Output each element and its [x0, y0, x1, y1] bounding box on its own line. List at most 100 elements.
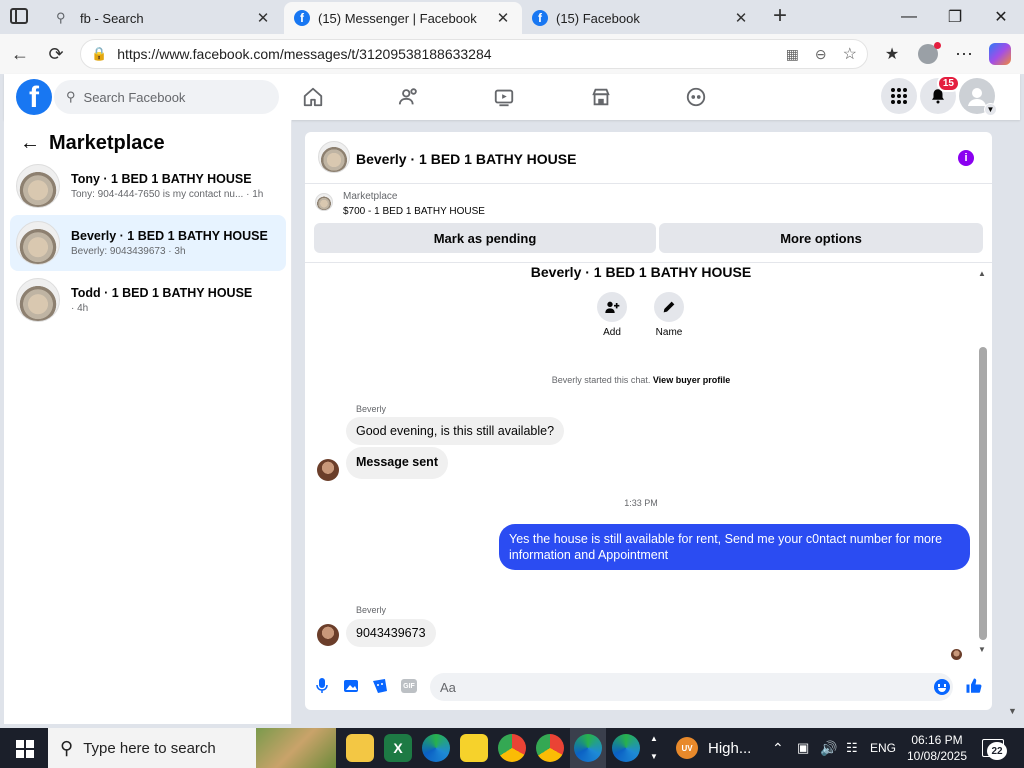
- restore-icon[interactable]: ❐: [932, 0, 978, 34]
- chevron-down-icon[interactable]: ▼: [984, 103, 997, 116]
- language-indicator[interactable]: ENG: [870, 728, 896, 768]
- edit-name-action[interactable]: Name: [650, 292, 688, 338]
- facebook-icon: f: [532, 10, 548, 26]
- app-available-icon[interactable]: ▦: [786, 46, 799, 63]
- volume-icon[interactable]: 🔊: [820, 728, 837, 768]
- chrome-profile-icon[interactable]: [536, 734, 564, 762]
- gif-icon[interactable]: GIF: [401, 679, 417, 693]
- view-buyer-profile-link[interactable]: View buyer profile: [653, 375, 730, 385]
- minimize-icon[interactable]: —: [886, 0, 932, 34]
- gaming-icon[interactable]: [681, 82, 711, 112]
- browser-tab-strip: ⚲ fb - Search ✕ f (15) Messenger | Faceb…: [0, 0, 1024, 34]
- chrome-icon[interactable]: [498, 734, 526, 762]
- edge-active-icon[interactable]: [574, 734, 602, 762]
- more-options-button[interactable]: More options: [659, 223, 983, 253]
- listing-title[interactable]: $700 - 1 BED 1 BATHY HOUSE: [343, 206, 485, 217]
- tab-actions-icon[interactable]: [10, 8, 28, 24]
- back-arrow-icon[interactable]: ←: [20, 132, 40, 155]
- friends-icon[interactable]: [394, 82, 424, 112]
- chat-header-title[interactable]: Beverly · 1 BED 1 BATHY HOUSE: [356, 151, 576, 167]
- tab-fb-search[interactable]: ⚲ fb - Search ✕: [46, 2, 282, 34]
- close-tab-icon[interactable]: ✕: [254, 9, 272, 27]
- tab-messenger[interactable]: f (15) Messenger | Facebook ✕: [284, 2, 522, 34]
- windows-taskbar: ⚲ Type here to search X ▲ ▼ UV High... ⌃ …: [0, 728, 1024, 768]
- mark-as-pending-button[interactable]: Mark as pending: [314, 223, 656, 253]
- incoming-message[interactable]: Message sent: [346, 447, 448, 479]
- menu-grid-icon[interactable]: [881, 78, 917, 114]
- incoming-message[interactable]: Good evening, is this still available?: [346, 417, 565, 445]
- search-icon: ⚲: [60, 737, 74, 758]
- scroll-down-arrow-icon[interactable]: ▼: [978, 645, 986, 654]
- watch-video-icon[interactable]: [489, 82, 519, 112]
- notifications-bell-icon[interactable]: 15: [920, 75, 960, 114]
- clock[interactable]: 06:16 PM 10/08/2025: [906, 728, 968, 768]
- weather-widget[interactable]: UV High...: [676, 728, 751, 768]
- account-avatar[interactable]: ▼: [959, 78, 997, 116]
- wifi-icon[interactable]: ☷: [846, 728, 858, 768]
- refresh-icon[interactable]: ⟳: [42, 40, 70, 68]
- sticky-notes-icon[interactable]: [460, 734, 488, 762]
- copilot-icon[interactable]: [986, 40, 1014, 68]
- chat-started-note: Beverly started this chat. View buyer pr…: [551, 375, 731, 385]
- add-contact-action[interactable]: Add: [593, 292, 631, 338]
- notification-badge: 15: [936, 75, 960, 92]
- photo-icon[interactable]: [343, 678, 359, 697]
- windows-start-icon[interactable]: [16, 740, 34, 758]
- microphone-icon[interactable]: [316, 678, 328, 697]
- facebook-logo-icon[interactable]: f: [16, 79, 52, 115]
- listing-label: Marketplace: [343, 191, 398, 202]
- marketplace-icon[interactable]: [586, 82, 616, 112]
- uv-badge: UV: [676, 737, 698, 759]
- notification-center-icon[interactable]: 22: [982, 728, 1007, 768]
- meet-now-icon[interactable]: ▣: [797, 728, 809, 768]
- favorites-icon[interactable]: ★: [878, 40, 906, 68]
- sender-avatar[interactable]: [317, 624, 339, 646]
- taskbar-scroll-arrows-icon[interactable]: ▲ ▼: [650, 730, 658, 766]
- show-hidden-icons-chevron-icon[interactable]: ⌃: [772, 728, 784, 768]
- conversation-item-tony[interactable]: Tony · 1 BED 1 BATHY HOUSE Tony: 904-444…: [10, 158, 286, 214]
- favorite-star-icon[interactable]: ☆: [843, 44, 857, 64]
- sidebar-title: Marketplace: [49, 132, 165, 154]
- chat-panel: Beverly · 1 BED 1 BATHY HOUSE i Marketpl…: [305, 132, 992, 710]
- page-scroll-down-arrow-icon[interactable]: ▼: [1008, 706, 1017, 716]
- message-input[interactable]: Aa: [430, 673, 953, 701]
- search-icon: ⚲: [56, 10, 66, 25]
- taskbar-search-input[interactable]: ⚲ Type here to search: [48, 728, 336, 768]
- chat-header-thumbnail[interactable]: [318, 141, 350, 173]
- back-arrow-icon[interactable]: ←: [6, 40, 34, 68]
- new-tab-button[interactable]: +: [768, 4, 792, 30]
- conversation-sidebar: ← Marketplace Tony · 1 BED 1 BATHY HOUSE…: [4, 120, 292, 724]
- zoom-icon[interactable]: ⊖: [815, 46, 827, 63]
- excel-icon[interactable]: X: [384, 734, 412, 762]
- more-menu-icon[interactable]: ⋯: [950, 40, 978, 68]
- add-person-icon: [597, 292, 627, 322]
- close-tab-icon[interactable]: ✕: [732, 9, 750, 27]
- search-facebook-input[interactable]: ⚲ Search Facebook: [54, 80, 279, 114]
- message-composer: GIF Aa: [305, 672, 992, 702]
- facebook-header: f ⚲ Search Facebook 15 ▼: [4, 74, 1020, 120]
- profile-avatar[interactable]: [914, 40, 942, 68]
- thumbs-up-icon[interactable]: [965, 677, 983, 698]
- sticker-icon[interactable]: [372, 678, 388, 697]
- home-icon[interactable]: [298, 82, 328, 112]
- listing-card: Marketplace $700 - 1 BED 1 BATHY HOUSE M…: [305, 185, 992, 263]
- info-icon[interactable]: i: [958, 150, 974, 166]
- site-info-icon[interactable]: 🔒: [91, 46, 107, 62]
- file-explorer-icon[interactable]: [346, 734, 374, 762]
- listing-thumbnail[interactable]: [315, 193, 333, 211]
- conversation-item-todd[interactable]: Todd · 1 BED 1 BATHY HOUSE · 4h: [10, 272, 286, 328]
- tab-facebook[interactable]: f (15) Facebook ✕: [522, 2, 760, 34]
- incoming-message[interactable]: 9043439673: [346, 619, 436, 647]
- sender-avatar[interactable]: [317, 459, 339, 481]
- close-tab-icon[interactable]: ✕: [494, 9, 512, 27]
- close-window-icon[interactable]: ✕: [978, 0, 1024, 34]
- scroll-up-arrow-icon[interactable]: ▲: [978, 269, 986, 278]
- listing-thumbnail: [16, 164, 60, 208]
- edge-profile-icon[interactable]: [612, 734, 640, 762]
- url-input[interactable]: 🔒 https://www.facebook.com/messages/t/31…: [80, 39, 868, 69]
- chat-scrollbar[interactable]: [979, 347, 987, 640]
- outgoing-message[interactable]: Yes the house is still available for ren…: [499, 524, 970, 570]
- emoji-icon[interactable]: [934, 679, 950, 695]
- edge-icon[interactable]: [422, 734, 450, 762]
- conversation-item-beverly[interactable]: Beverly · 1 BED 1 BATHY HOUSE Beverly: 9…: [10, 215, 286, 271]
